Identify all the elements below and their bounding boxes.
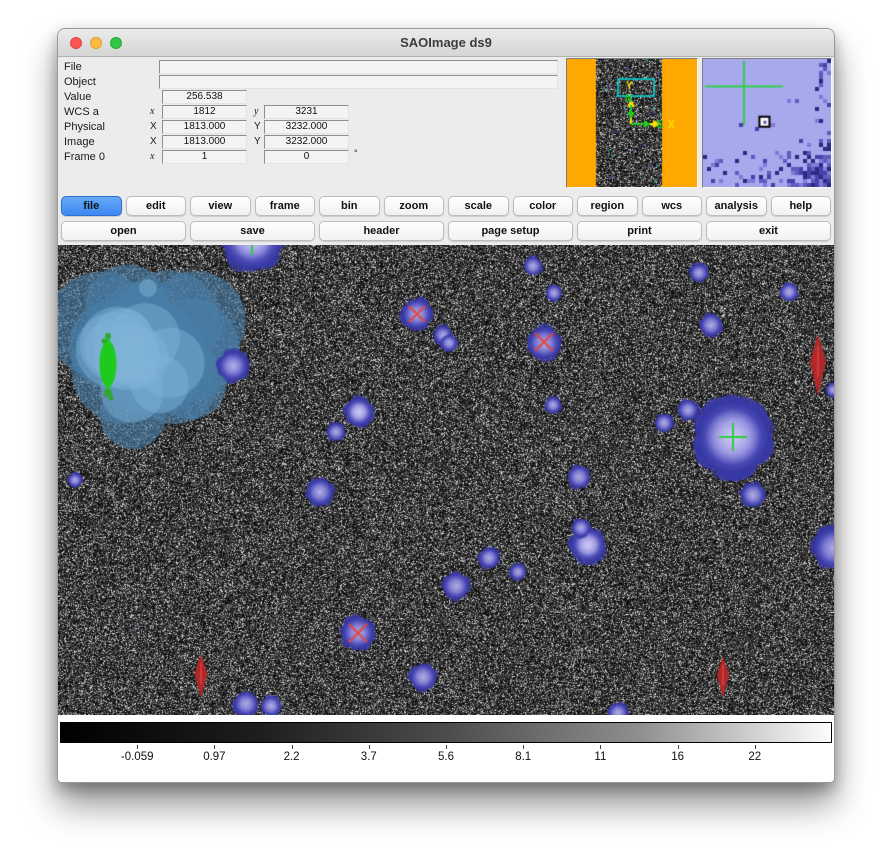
- zoom-button[interactable]: [110, 37, 122, 49]
- menu-open-button[interactable]: open: [61, 221, 186, 241]
- colorbar-tick-label: 16: [671, 751, 684, 763]
- object-field[interactable]: [159, 75, 558, 89]
- menu-header-button[interactable]: header: [319, 221, 444, 241]
- menu-bin-button[interactable]: bin: [319, 196, 380, 216]
- menu-zoom-button[interactable]: zoom: [384, 196, 445, 216]
- frame-x-label: x: [150, 151, 154, 162]
- physical-y-field[interactable]: 3232.000: [264, 120, 349, 134]
- wcs-y-field[interactable]: 3231: [264, 105, 349, 119]
- colorbar-tick: [600, 745, 601, 749]
- menu-analysis-button[interactable]: analysis: [706, 196, 767, 216]
- magnifier-panel[interactable]: [702, 58, 832, 188]
- menu-row-2: opensaveheaderpage setupprintexit: [59, 218, 833, 243]
- colorbar-tick: [214, 745, 215, 749]
- menu-scale-button[interactable]: scale: [448, 196, 509, 216]
- image-x-label: X: [150, 136, 157, 147]
- magnifier-canvas[interactable]: [703, 59, 831, 187]
- image-label: Image: [64, 136, 95, 148]
- menu-page-setup-button[interactable]: page setup: [448, 221, 573, 241]
- colorbar-tick: [523, 745, 524, 749]
- menu-row-1: fileeditviewframebinzoomscalecolorregion…: [59, 193, 833, 218]
- wcs-label: WCS a: [64, 106, 99, 118]
- physical-label: Physical: [64, 121, 105, 133]
- wcs-x-field[interactable]: 1812: [162, 105, 247, 119]
- panner-canvas[interactable]: [567, 59, 697, 187]
- app-window: SAOImage ds9 File Object Value 256.538 W…: [57, 28, 835, 783]
- file-label: File: [64, 61, 82, 73]
- menu-color-button[interactable]: color: [513, 196, 574, 216]
- menu-region-button[interactable]: region: [577, 196, 638, 216]
- colorbar-tick-label: 5.6: [438, 751, 454, 763]
- title-bar[interactable]: SAOImage ds9: [58, 29, 834, 57]
- menu-bar: fileeditviewframebinzoomscalecolorregion…: [58, 191, 834, 245]
- menu-frame-button[interactable]: frame: [255, 196, 316, 216]
- window-title: SAOImage ds9: [400, 35, 492, 50]
- colorbar-tick-label: -0.059: [121, 751, 154, 763]
- colorbar-tick-label: 22: [748, 751, 761, 763]
- info-panel: File Object Value 256.538 WCS a x 1812 y…: [58, 57, 834, 191]
- degree-symbol: °: [354, 148, 358, 158]
- physical-y-label: Y: [254, 121, 261, 132]
- colorbar-gradient[interactable]: [60, 722, 832, 743]
- colorbar-tick: [755, 745, 756, 749]
- colorbar-tick-label: 8.1: [515, 751, 531, 763]
- menu-save-button[interactable]: save: [190, 221, 315, 241]
- menu-help-button[interactable]: help: [771, 196, 832, 216]
- colorbar-tick: [678, 745, 679, 749]
- menu-edit-button[interactable]: edit: [126, 196, 187, 216]
- colorbar-area: -0.059 0.97 2.2 3.7 5.6 8.1 11 16 22: [58, 715, 834, 783]
- menu-print-button[interactable]: print: [577, 221, 702, 241]
- physical-x-field[interactable]: 1813.000: [162, 120, 247, 134]
- menu-file-button[interactable]: file: [61, 196, 122, 216]
- colorbar-tick-label: 3.7: [361, 751, 377, 763]
- colorbar-tick-label: 11: [594, 751, 606, 763]
- menu-view-button[interactable]: view: [190, 196, 251, 216]
- menu-exit-button[interactable]: exit: [706, 221, 831, 241]
- panner-panel[interactable]: [566, 58, 698, 188]
- image-x-field[interactable]: 1813.000: [162, 135, 247, 149]
- value-label: Value: [64, 91, 91, 103]
- image-y-field[interactable]: 3232.000: [264, 135, 349, 149]
- close-button[interactable]: [70, 37, 82, 49]
- colorbar-tick: [292, 745, 293, 749]
- minimize-button[interactable]: [90, 37, 102, 49]
- frame-zoom-field[interactable]: 1: [162, 150, 247, 164]
- value-field[interactable]: 256.538: [162, 90, 247, 104]
- colorbar-tick: [369, 745, 370, 749]
- colorbar-tick: [137, 745, 138, 749]
- object-label: Object: [64, 76, 96, 88]
- main-image-canvas[interactable]: [58, 245, 834, 715]
- image-y-label: Y: [254, 136, 261, 147]
- physical-x-label: X: [150, 121, 157, 132]
- frame-angle-field[interactable]: 0: [264, 150, 349, 164]
- file-field[interactable]: [159, 60, 558, 74]
- frame-label: Frame 0: [64, 151, 105, 163]
- colorbar-tick-label: 0.97: [203, 751, 225, 763]
- menu-wcs-button[interactable]: wcs: [642, 196, 703, 216]
- wcs-x-label: x: [150, 106, 154, 117]
- colorbar-tick-label: 2.2: [284, 751, 300, 763]
- wcs-y-label: y: [254, 106, 258, 117]
- image-display[interactable]: [58, 245, 834, 715]
- colorbar-tick: [446, 745, 447, 749]
